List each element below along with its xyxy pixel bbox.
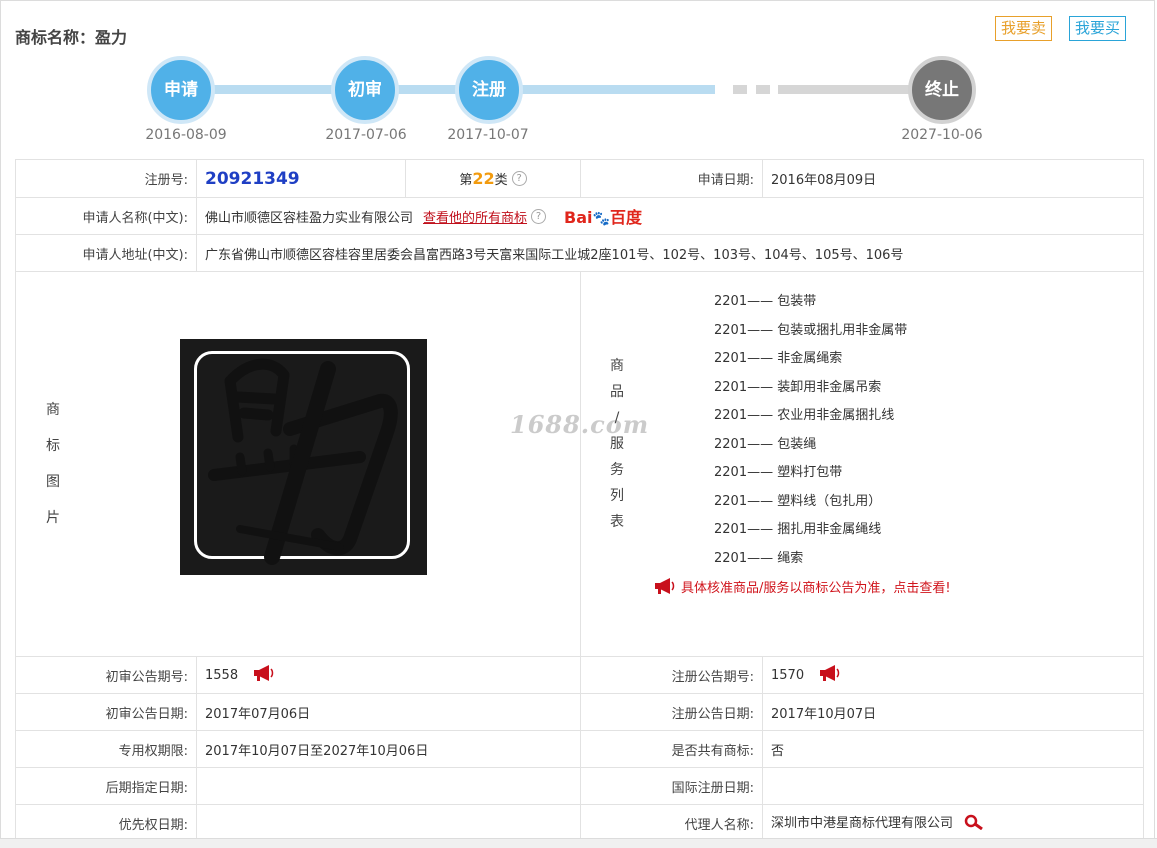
- step-terminate-date: 2027-10-06: [901, 127, 983, 143]
- class-number: 22: [472, 169, 495, 188]
- goods-notice-text: 具体核准商品/服务以商标公告为准，点击查看!: [681, 581, 951, 596]
- timeline-dash: [756, 85, 770, 94]
- agent-label: 代理人名称:: [580, 804, 763, 842]
- applicant-name-cell: 佛山市顺德区容桂盈力实业有限公司 查看他的所有商标? Bai🐾百度: [196, 197, 1144, 235]
- image-label-char: 片: [46, 510, 60, 526]
- applicant-name-label: 申请人名称(中文):: [15, 197, 197, 235]
- list-item: 2201—— 塑料打包带: [714, 465, 843, 480]
- image-label-char: 标: [46, 438, 60, 454]
- goods-label-char: /: [614, 410, 620, 426]
- list-item: 2201—— 包装带: [714, 294, 817, 309]
- reg-ann-date-label: 注册公告日期:: [580, 693, 763, 731]
- goods-services-list: 2201—— 包装带 2201—— 包装或捆扎用非金属带 2201—— 非金属绳…: [714, 288, 907, 573]
- megaphone-icon: [653, 578, 677, 598]
- search-icon[interactable]: [963, 814, 985, 834]
- reg-ann-no-value: 1570: [771, 668, 805, 683]
- apply-date-label: 申请日期:: [580, 159, 763, 198]
- prelim-no-value: 1558: [205, 668, 239, 683]
- prelim-date-label: 初审公告日期:: [15, 693, 197, 731]
- goods-label-char: 品: [610, 384, 624, 400]
- image-label-char: 商: [46, 402, 60, 418]
- goods-label-char: 服: [610, 436, 624, 452]
- shared-mark-label: 是否共有商标:: [580, 730, 763, 768]
- help-icon[interactable]: ?: [511, 171, 527, 186]
- baidu-cn-text: 百度: [609, 208, 642, 227]
- trademark-logo: [180, 339, 427, 575]
- reg-no-value: 20921349: [205, 168, 300, 189]
- applicant-addr-value: 广东省佛山市顺德区容桂容里居委会昌富西路3号天富来国际工业城2座101号、102…: [196, 234, 1144, 272]
- agent-cell: 深圳市中港星商标代理有限公司: [762, 804, 1144, 842]
- class-suffix: 类: [494, 173, 508, 188]
- sell-button[interactable]: 我要卖: [995, 16, 1053, 41]
- exclusive-period-label: 专用权期限:: [15, 730, 197, 768]
- goods-label-char: 务: [610, 462, 624, 478]
- later-date-value: [196, 767, 581, 805]
- reg-ann-no-label: 注册公告期号:: [580, 656, 763, 694]
- timeline-dash: [733, 85, 747, 94]
- megaphone-icon[interactable]: [252, 665, 276, 685]
- step-prelim-date: 2017-07-06: [325, 127, 407, 143]
- all-marks-link[interactable]: 查看他的所有商标: [423, 211, 527, 226]
- intl-reg-value: [762, 767, 1144, 805]
- step-prelim: 初审: [331, 56, 399, 124]
- step-register: 注册: [455, 56, 523, 124]
- applicant-name-value: 佛山市顺德区容桂盈力实业有限公司: [205, 211, 414, 226]
- step-apply: 申请: [147, 56, 215, 124]
- shared-mark-value: 否: [762, 730, 1144, 768]
- baidu-search-button[interactable]: Bai🐾百度: [564, 204, 642, 228]
- list-item: 2201—— 农业用非金属捆扎线: [714, 408, 895, 423]
- list-item: 2201—— 非金属绳索: [714, 351, 843, 366]
- list-item: 2201—— 包装或捆扎用非金属带: [714, 322, 908, 338]
- class-prefix: 第: [459, 173, 473, 188]
- applicant-addr-label: 申请人地址(中文):: [15, 234, 197, 272]
- agent-value: 深圳市中港星商标代理有限公司: [771, 816, 954, 831]
- goods-label-char: 列: [610, 488, 624, 504]
- timeline-track-active: [180, 85, 715, 94]
- reg-ann-date-value: 2017年10月07日: [762, 693, 1144, 731]
- prelim-date-value: 2017年07月06日: [196, 693, 581, 731]
- goods-label-char: 商: [610, 358, 624, 374]
- image-label-char: 图: [46, 474, 60, 490]
- later-date-label: 后期指定日期:: [15, 767, 197, 805]
- goods-notice-link[interactable]: 具体核准商品/服务以商标公告为准，点击查看!: [653, 577, 951, 598]
- prelim-no-label: 初审公告期号:: [15, 656, 197, 694]
- reg-no-label: 注册号:: [15, 159, 197, 198]
- megaphone-icon[interactable]: [818, 665, 842, 685]
- list-item: 2201—— 装卸用非金属吊索: [714, 379, 882, 395]
- priority-label: 优先权日期:: [15, 804, 197, 842]
- exclusive-period-value: 2017年10月07日至2027年10月06日: [196, 730, 581, 768]
- baidu-paw-icon: 🐾: [592, 211, 610, 227]
- help-icon[interactable]: ?: [531, 209, 547, 224]
- goods-label-char: 表: [610, 514, 624, 530]
- baidu-text: Bai: [564, 208, 593, 227]
- list-item: 2201—— 捆扎用非金属绳线: [714, 522, 882, 537]
- reg-ann-no-cell: 1570: [762, 656, 1144, 694]
- class-cell: 第22类?: [405, 159, 581, 198]
- prelim-no-cell: 1558: [196, 656, 581, 694]
- apply-date-value: 2016年08月09日: [762, 159, 1144, 198]
- page-title: 商标名称：盈力: [15, 28, 128, 47]
- step-apply-date: 2016-08-09: [145, 127, 227, 143]
- list-item: 2201—— 绳索: [714, 550, 804, 566]
- intl-reg-label: 国际注册日期:: [580, 767, 763, 805]
- step-register-date: 2017-10-07: [447, 127, 529, 143]
- buy-button[interactable]: 我要买: [1069, 16, 1127, 41]
- watermark-text: 1688.com: [510, 410, 650, 439]
- step-terminate: 终止: [908, 56, 976, 124]
- list-item: 2201—— 包装绳: [714, 436, 817, 452]
- list-item: 2201—— 塑料线（包扎用）: [714, 493, 882, 509]
- priority-value: [196, 804, 581, 842]
- trademark-logo-calligraphy: [208, 358, 398, 565]
